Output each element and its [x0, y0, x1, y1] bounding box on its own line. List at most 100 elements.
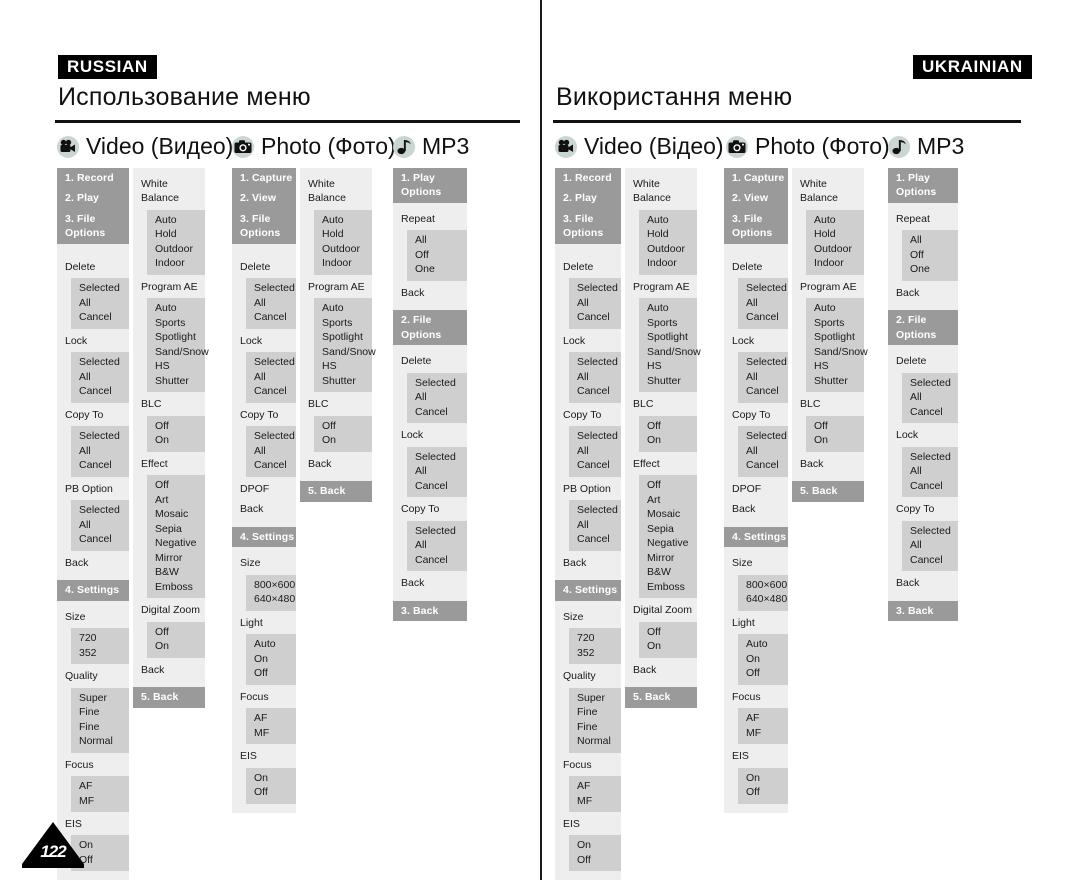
menu-header-bar[interactable]: 2. File Options [888, 310, 958, 346]
menu-option-item[interactable]: Cancel [407, 553, 467, 567]
menu-option-item[interactable]: 352 [71, 646, 129, 660]
menu-group-label[interactable]: Effect [133, 454, 205, 474]
menu-option-item[interactable]: 640×480 [738, 592, 788, 606]
menu-option-item[interactable]: Art [147, 493, 205, 507]
menu-option-item[interactable]: AF [738, 711, 788, 725]
menu-option-item[interactable]: Off [639, 419, 697, 433]
menu-photo-main-ru[interactable]: 1. Capture 2. View 3. File Options Delete Se… [232, 168, 296, 813]
menu-option-item[interactable]: HS Shutter [314, 359, 372, 388]
menu-mp3-main-uk[interactable]: 1. Play Options Repeat All Off One Back 2. Fil… [888, 168, 958, 622]
menu-option-item[interactable]: Selected [246, 281, 296, 295]
menu-group-label[interactable]: Repeat [888, 209, 958, 229]
menu-option-item[interactable]: Off [639, 625, 697, 639]
menu-option-item[interactable]: Cancel [246, 384, 296, 398]
menu-group-label[interactable]: Delete [393, 351, 467, 371]
menu-group-label[interactable]: White Balance [133, 174, 205, 209]
menu-option-item[interactable]: On [569, 838, 621, 852]
menu-option-item[interactable]: Mosaic [639, 507, 697, 521]
menu-option-item[interactable]: Off [147, 625, 205, 639]
menu-group-label[interactable]: Lock [393, 425, 467, 445]
menu-option-item[interactable]: Spotlight [147, 330, 205, 344]
menu-option-item[interactable]: Selected [902, 524, 958, 538]
menu-option-item[interactable]: AF [569, 779, 621, 793]
menu-group-label[interactable]: Copy To [555, 405, 621, 425]
menu-option-item[interactable]: All [71, 518, 129, 532]
menu-option-item[interactable]: Spotlight [639, 330, 697, 344]
menu-option-item[interactable]: Off [806, 419, 864, 433]
menu-header-bar[interactable]: 1. Record [555, 168, 621, 189]
menu-option-item[interactable]: Cancel [407, 479, 467, 493]
menu-option-item[interactable]: Mirror [639, 551, 697, 565]
menu-option-item[interactable]: Off [246, 785, 296, 799]
menu-group-label[interactable]: Delete [232, 257, 296, 277]
menu-group-label[interactable]: BLC [133, 394, 205, 414]
menu-option-item[interactable]: AF [246, 711, 296, 725]
menu-option-item[interactable]: AF [71, 779, 129, 793]
menu-header-bar[interactable]: 1. Capture [232, 168, 296, 189]
menu-header-bar[interactable]: 3. File Options [724, 208, 788, 244]
menu-option-item[interactable]: Mirror [147, 551, 205, 565]
menu-group-label[interactable]: Back [133, 660, 205, 680]
menu-option-item[interactable]: All [407, 390, 467, 404]
menu-option-item[interactable]: Sand/Snow [314, 345, 376, 359]
menu-option-item[interactable]: Emboss [147, 580, 205, 594]
menu-option-item[interactable]: Cancel [569, 384, 621, 398]
menu-group-label[interactable]: Light [724, 613, 788, 633]
menu-option-item[interactable]: Selected [71, 429, 129, 443]
menu-option-item[interactable]: All [569, 518, 621, 532]
menu-option-item[interactable]: Selected [407, 524, 467, 538]
menu-header-bar[interactable]: 4. Settings [57, 580, 129, 601]
menu-option-item[interactable]: One [902, 262, 958, 276]
menu-header-bar[interactable]: 5. Back [792, 481, 864, 502]
menu-header-bar[interactable]: 3. Back [888, 600, 958, 622]
menu-group-label[interactable]: White Balance [300, 174, 372, 209]
menu-option-item[interactable]: Art [639, 493, 697, 507]
menu-option-item[interactable]: All [902, 464, 958, 478]
menu-option-item[interactable]: Auto [639, 213, 697, 227]
menu-option-item[interactable]: Selected [738, 429, 788, 443]
menu-option-item[interactable]: Cancel [407, 405, 467, 419]
menu-group-label[interactable]: PB Option [57, 479, 129, 499]
menu-header-bar[interactable]: 5. Back [625, 687, 697, 708]
menu-header-bar[interactable]: 2. View [232, 188, 296, 209]
menu-group-label[interactable]: Back [232, 499, 296, 519]
menu-option-item[interactable]: Selected [407, 450, 467, 464]
menu-group-label[interactable]: Copy To [724, 405, 788, 425]
menu-option-item[interactable]: Cancel [71, 384, 129, 398]
menu-group-label[interactable]: Delete [555, 257, 621, 277]
menu-option-item[interactable]: All [71, 296, 129, 310]
menu-option-item[interactable]: Cancel [246, 458, 296, 472]
menu-option-item[interactable]: Selected [71, 281, 129, 295]
menu-group-label[interactable]: Back [300, 454, 372, 474]
menu-group-label[interactable]: Effect [625, 454, 697, 474]
menu-group-label[interactable]: Lock [555, 331, 621, 351]
menu-option-item[interactable]: All [246, 444, 296, 458]
menu-option-item[interactable]: Cancel [246, 310, 296, 324]
menu-option-item[interactable]: All [569, 444, 621, 458]
menu-group-label[interactable]: Quality [555, 666, 621, 686]
menu-group-label[interactable]: Back [724, 499, 788, 519]
menu-group-label[interactable]: Program AE [625, 277, 697, 297]
menu-header-bar[interactable]: 3. Back [393, 600, 467, 622]
menu-option-item[interactable]: HS Shutter [806, 359, 864, 388]
menu-group-label[interactable]: Program AE [133, 277, 205, 297]
menu-option-item[interactable]: Negative [639, 536, 697, 550]
menu-header-bar[interactable]: 4. Settings [232, 526, 296, 548]
menu-option-item[interactable]: Off [738, 785, 788, 799]
menu-option-item[interactable]: Cancel [738, 458, 788, 472]
menu-option-item[interactable]: Selected [569, 281, 621, 295]
menu-photo-sub-ru[interactable]: White Balance Auto Hold Outdoor Indoor Progra… [300, 168, 376, 502]
menu-video-main-uk[interactable]: 1. Record 2. Play 3. File Options Delete Sel… [555, 168, 621, 880]
menu-option-item[interactable]: Auto [806, 301, 864, 315]
menu-option-item[interactable]: All [569, 370, 621, 384]
menu-group-label[interactable]: Lock [888, 425, 958, 445]
menu-option-item[interactable]: Spotlight [806, 330, 864, 344]
menu-group-label[interactable]: DPOF [724, 479, 788, 499]
menu-option-item[interactable]: Auto [147, 213, 205, 227]
menu-option-item[interactable]: On [147, 639, 205, 653]
menu-option-item[interactable]: 640×480 [246, 592, 296, 606]
menu-option-item[interactable]: Indoor [639, 256, 697, 270]
menu-option-item[interactable]: Cancel [71, 458, 129, 472]
menu-option-item[interactable]: Auto [314, 301, 372, 315]
menu-group-label[interactable]: Lock [57, 331, 129, 351]
